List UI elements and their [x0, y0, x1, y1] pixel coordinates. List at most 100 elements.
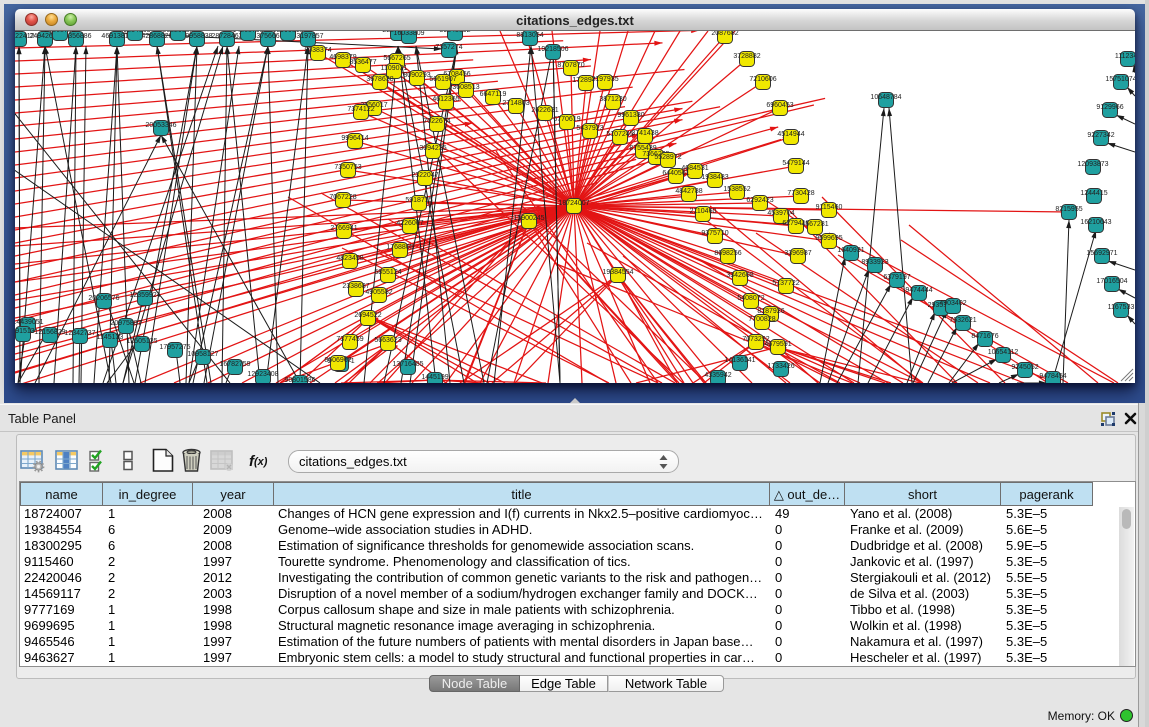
svg-text:5663623: 5663623 [374, 337, 401, 344]
svg-text:10654112: 10654112 [988, 349, 1019, 356]
svg-text:9115460: 9115460 [816, 204, 843, 211]
svg-text:1938483: 1938483 [701, 174, 728, 181]
svg-text:9478454: 9478454 [1039, 373, 1066, 380]
svg-text:4823498: 4823498 [336, 255, 363, 262]
svg-text:14265799: 14265799 [232, 31, 263, 34]
svg-text:4335942: 4335942 [704, 372, 731, 379]
svg-text:12156829: 12156829 [34, 329, 65, 336]
svg-text:19218506: 19218506 [537, 46, 568, 53]
svg-text:7730428: 7730428 [787, 190, 814, 197]
svg-text:2110460: 2110460 [690, 208, 717, 215]
svg-text:9129966: 9129966 [1096, 104, 1123, 111]
svg-text:3396987: 3396987 [784, 250, 811, 257]
svg-text:16210643: 16210643 [1080, 219, 1111, 226]
svg-text:12923408: 12923408 [247, 371, 278, 378]
svg-text:42868828: 42868828 [141, 33, 172, 40]
svg-text:8187926: 8187926 [757, 308, 784, 315]
svg-text:391513: 391513 [15, 328, 35, 335]
svg-text:20975887: 20975887 [110, 320, 141, 327]
svg-text:14439051: 14439051 [15, 319, 44, 326]
svg-text:3342608: 3342608 [726, 272, 753, 279]
svg-text:16782759: 16782759 [219, 361, 250, 368]
svg-text:1112345: 1112345 [1115, 53, 1135, 60]
svg-text:4539704: 4539704 [767, 210, 794, 217]
svg-text:8215955: 8215955 [1055, 206, 1082, 213]
svg-text:5918715: 5918715 [405, 197, 432, 204]
svg-text:2087682: 2087682 [711, 31, 738, 37]
svg-text:5661907: 5661907 [429, 76, 456, 83]
svg-text:5107245: 5107245 [606, 131, 633, 138]
svg-text:4842788: 4842788 [675, 188, 702, 195]
svg-text:7377459: 7377459 [336, 336, 363, 343]
svg-text:6379197: 6379197 [883, 274, 910, 281]
svg-text:13716485: 13716485 [392, 361, 423, 368]
svg-text:5855124: 5855124 [374, 269, 401, 276]
svg-text:3608513: 3608513 [452, 84, 479, 91]
svg-text:1733426: 1733426 [767, 363, 794, 370]
svg-text:7067228: 7067228 [329, 194, 356, 201]
svg-text:6440561: 6440561 [662, 170, 689, 177]
svg-text:7210606: 7210606 [749, 76, 776, 83]
svg-text:12342737: 12342737 [64, 330, 95, 337]
svg-text:3094235: 3094235 [419, 145, 446, 152]
svg-text:3741438: 3741438 [631, 130, 658, 137]
svg-text:4567281: 4567281 [801, 221, 828, 228]
svg-text:1538552: 1538552 [723, 186, 750, 193]
svg-text:20206576: 20206576 [88, 295, 119, 302]
svg-text:9227342: 9227342 [1087, 132, 1114, 139]
svg-text:2166941: 2166941 [330, 225, 357, 232]
svg-text:90801586: 90801586 [284, 377, 315, 383]
svg-text:2694522: 2694522 [354, 312, 381, 319]
svg-text:13999315: 13999315 [272, 31, 303, 34]
svg-text:4905582: 4905582 [365, 289, 392, 296]
svg-text:4612365: 4612365 [432, 96, 459, 103]
svg-text:5137722: 5137722 [772, 280, 799, 287]
svg-text:3678638: 3678638 [366, 76, 393, 83]
svg-text:3871230: 3871230 [599, 96, 626, 103]
svg-text:10958127: 10958127 [187, 351, 218, 358]
svg-text:9699695: 9699695 [815, 235, 842, 242]
svg-text:4903402: 4903402 [939, 300, 966, 307]
svg-text:15900245: 15900245 [513, 215, 544, 222]
svg-text:9961380: 9961380 [617, 112, 644, 119]
svg-text:6647119: 6647119 [480, 91, 507, 98]
svg-text:6292423: 6292423 [746, 197, 773, 204]
svg-text:2197935: 2197935 [591, 76, 618, 83]
svg-text:8813054: 8813054 [516, 32, 543, 39]
svg-text:5479144: 5479144 [782, 160, 809, 167]
svg-text:14136141: 14136141 [724, 357, 755, 364]
svg-text:39958838: 39958838 [181, 33, 212, 40]
svg-text:28728463: 28728463 [211, 33, 242, 40]
svg-text:7700828: 7700828 [748, 316, 775, 323]
svg-text:2714803: 2714803 [502, 100, 529, 107]
svg-text:21668732: 21668732 [44, 31, 75, 34]
svg-text:8536477: 8536477 [349, 59, 376, 66]
svg-text:5408072: 5408072 [737, 295, 764, 302]
svg-text:1768805: 1768805 [386, 244, 413, 251]
svg-text:3728882: 3728882 [733, 53, 760, 60]
svg-text:8471676: 8471676 [971, 333, 998, 340]
svg-text:9245052: 9245052 [1011, 364, 1038, 371]
svg-text:17016504: 17016504 [1096, 278, 1127, 285]
svg-text:7374122: 7374122 [347, 106, 374, 113]
svg-text:12359924: 12359924 [129, 292, 160, 299]
svg-text:17957275: 17957275 [159, 344, 190, 351]
svg-text:1244415: 1244415 [1080, 190, 1107, 197]
svg-text:8707870: 8707870 [557, 62, 584, 69]
svg-text:7632621: 7632621 [949, 317, 976, 324]
svg-text:16033809: 16033809 [393, 31, 424, 37]
svg-text:4679591: 4679591 [764, 341, 791, 348]
svg-text:7350753: 7350753 [334, 164, 361, 171]
svg-text:20053346: 20053346 [145, 122, 176, 129]
svg-text:4226067: 4226067 [396, 220, 423, 227]
svg-text:66629388: 66629388 [162, 31, 193, 34]
svg-text:2622631: 2622631 [531, 107, 558, 114]
svg-text:9474444: 9474444 [905, 287, 932, 294]
svg-text:2322047: 2322047 [411, 172, 438, 179]
svg-text:10648784: 10648784 [870, 94, 901, 101]
svg-text:5437923: 5437923 [576, 125, 603, 132]
svg-text:6960453: 6960453 [766, 102, 793, 109]
svg-text:7022674: 7022674 [423, 118, 450, 125]
svg-text:89254563: 89254563 [119, 31, 150, 34]
svg-text:5667265: 5667265 [383, 55, 410, 62]
